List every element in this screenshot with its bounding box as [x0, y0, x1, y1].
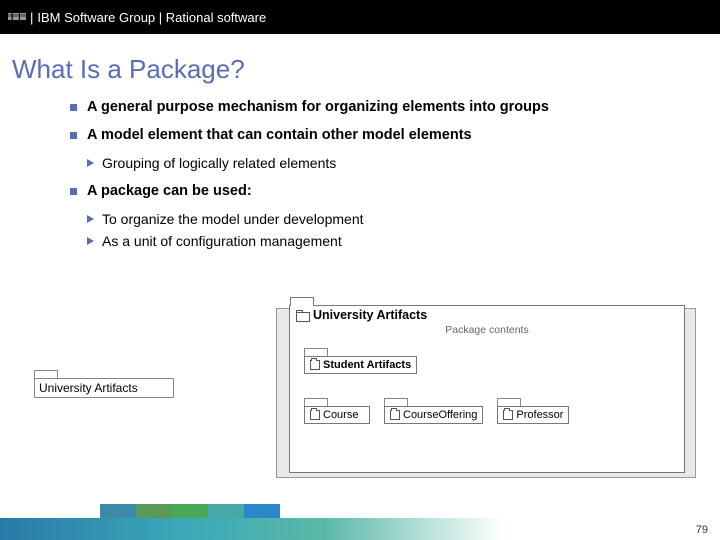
page-number: 79: [696, 524, 708, 536]
square-bullet-icon: [70, 188, 77, 195]
big-package: University Artifacts Package contents St…: [289, 305, 685, 473]
package-tab-icon: [304, 398, 328, 406]
square-bullet-icon: [70, 104, 77, 111]
folder-icon: [310, 360, 320, 370]
package-body: Professor: [497, 406, 569, 424]
package-tab-icon: [34, 370, 58, 378]
sub-bullet-list: To organize the model under development …: [87, 211, 690, 249]
triangle-bullet-icon: [87, 159, 94, 167]
ibm-logo: [8, 6, 26, 28]
package-tab-icon: [497, 398, 521, 406]
package-tab-icon: [290, 297, 314, 306]
package-label: Student Artifacts: [323, 359, 411, 371]
sub-bullet-text: To organize the model under development: [102, 211, 364, 227]
footer-band: [0, 518, 720, 540]
package-label: Professor: [516, 409, 563, 421]
big-package-subtitle: Package contents: [290, 324, 684, 336]
content-area: A general purpose mechanism for organizi…: [0, 99, 720, 249]
folder-icon: [310, 410, 320, 420]
bullet-item: A model element that can contain other m…: [70, 127, 690, 143]
big-package-title-row: University Artifacts: [290, 306, 684, 324]
bullet-item: A general purpose mechanism for organizi…: [70, 99, 690, 115]
bullet-text: A package can be used:: [87, 183, 252, 199]
slide-title: What Is a Package?: [0, 34, 720, 99]
folder-icon: [390, 410, 400, 420]
bullet-text: A model element that can contain other m…: [87, 127, 472, 143]
header-bar: | IBM Software Group | Rational software: [0, 0, 720, 34]
square-bullet-icon: [70, 132, 77, 139]
bullet-item: A package can be used:: [70, 183, 690, 199]
diagram-area: University Artifacts University Artifact…: [0, 308, 720, 488]
package-label: Course: [323, 409, 358, 421]
bullet-text: A general purpose mechanism for organizi…: [87, 99, 549, 115]
package-body: CourseOffering: [384, 406, 483, 424]
footer: 79: [0, 510, 720, 540]
sub-bullet-item: To organize the model under development: [87, 211, 690, 227]
package-tab-icon: [384, 398, 408, 406]
triangle-bullet-icon: [87, 215, 94, 223]
triangle-bullet-icon: [87, 237, 94, 245]
sub-bullet-list: Grouping of logically related elements: [87, 155, 690, 171]
inner-package: CourseOffering: [384, 398, 483, 424]
footer-decoration: [100, 504, 280, 518]
sub-bullet-text: Grouping of logically related elements: [102, 155, 336, 171]
header-text: IBM Software Group | Rational software: [37, 10, 266, 25]
student-package: Student Artifacts: [304, 348, 417, 374]
inner-package: Course: [304, 398, 370, 424]
header-divider: |: [30, 10, 33, 25]
folder-icon: [503, 410, 513, 420]
inner-package-row: Course CourseOffering Professor: [304, 398, 569, 424]
package-label: CourseOffering: [403, 409, 477, 421]
package-tab-icon: [304, 348, 328, 356]
inner-package: Professor: [497, 398, 569, 424]
package-label: University Artifacts: [34, 378, 174, 398]
sub-bullet-item: Grouping of logically related elements: [87, 155, 690, 171]
package-body: Student Artifacts: [304, 356, 417, 374]
diagram-panel: University Artifacts Package contents St…: [276, 308, 696, 478]
simple-package: University Artifacts: [34, 370, 174, 398]
sub-bullet-item: As a unit of configuration management: [87, 233, 690, 249]
big-package-title: University Artifacts: [313, 308, 427, 322]
sub-bullet-text: As a unit of configuration management: [102, 233, 342, 249]
folder-icon: [296, 310, 309, 320]
package-body: Course: [304, 406, 370, 424]
